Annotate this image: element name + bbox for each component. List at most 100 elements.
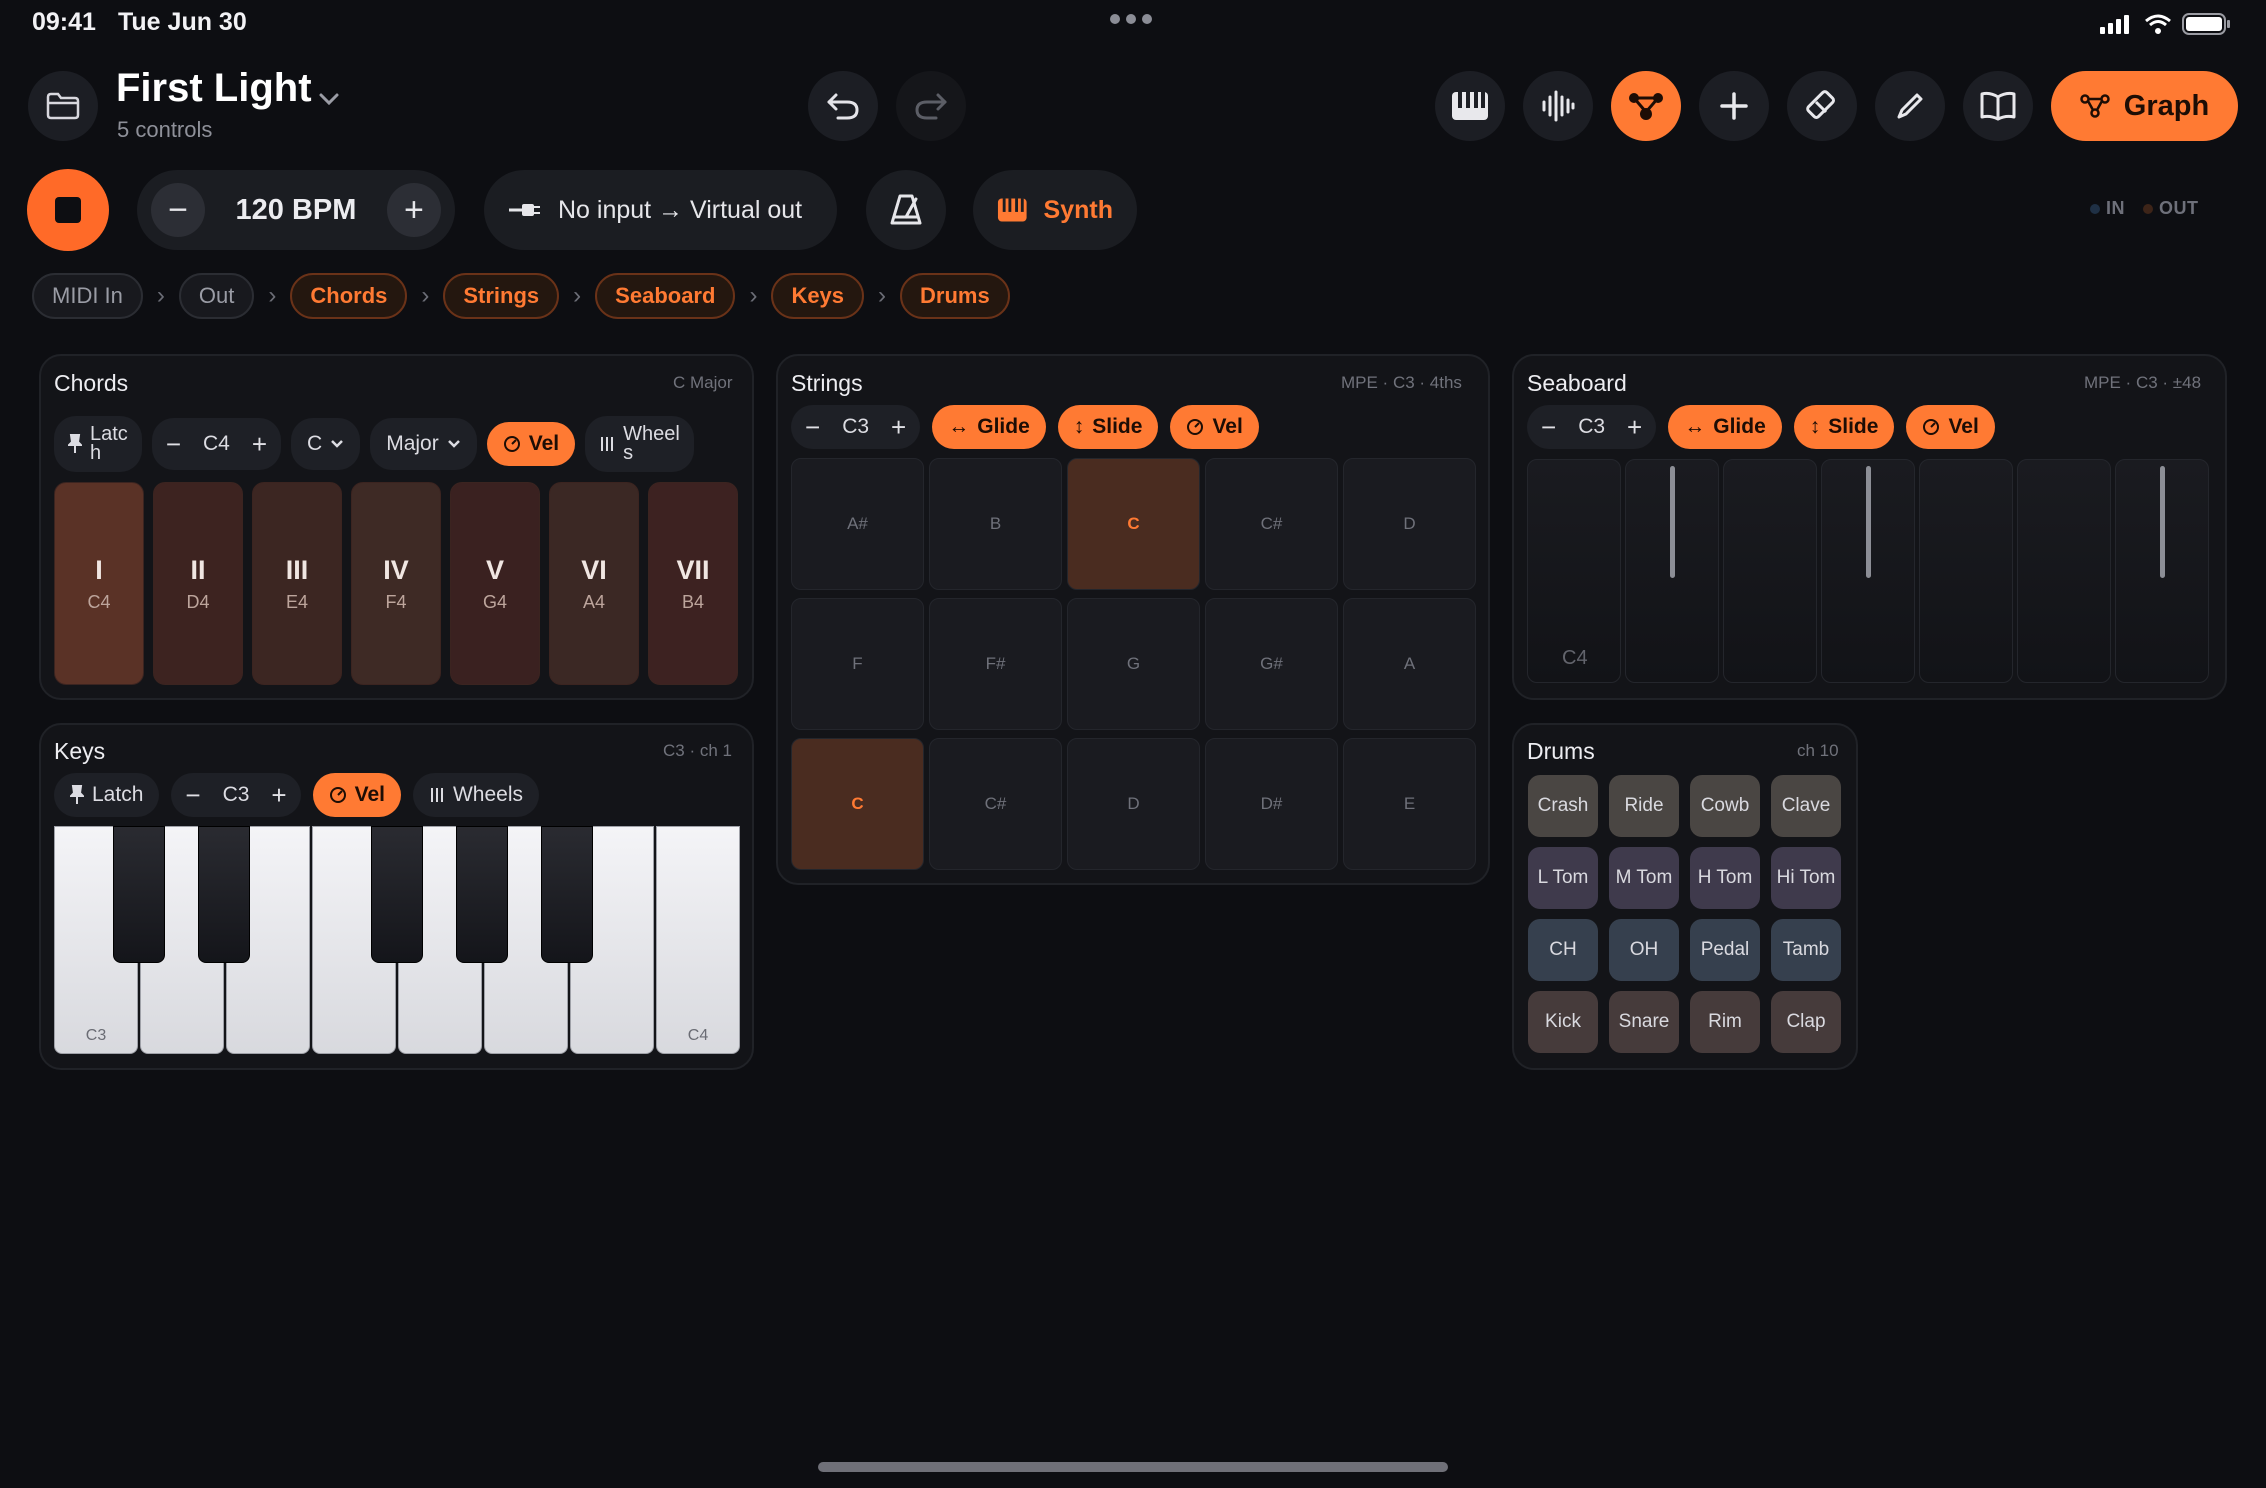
seaboard-key[interactable] xyxy=(1625,459,1719,683)
chord-pad[interactable]: V G4 xyxy=(450,482,540,685)
seaboard-key[interactable] xyxy=(1723,459,1817,683)
crumb-drums[interactable]: Drums xyxy=(900,273,1010,319)
crumb-chords[interactable]: Chords xyxy=(290,273,408,319)
keys-vel-toggle[interactable]: Vel xyxy=(312,773,401,817)
tempo-value[interactable]: 120 BPM xyxy=(236,194,357,227)
drum-pad[interactable]: Crash xyxy=(1528,775,1598,837)
chord-pad[interactable]: II D4 xyxy=(153,482,243,685)
string-pad[interactable]: E xyxy=(1343,738,1476,870)
drum-pad[interactable]: Cowb xyxy=(1690,775,1760,837)
string-pad[interactable]: F# xyxy=(929,598,1062,730)
library-button[interactable] xyxy=(1963,71,2033,141)
string-pad[interactable]: D xyxy=(1067,738,1200,870)
pencil-button[interactable] xyxy=(1875,71,1945,141)
folder-button[interactable] xyxy=(28,71,98,141)
drum-pad[interactable]: Snare xyxy=(1609,991,1679,1053)
graph-button[interactable]: Graph xyxy=(2051,71,2238,141)
string-pad[interactable]: G# xyxy=(1205,598,1338,730)
black-key[interactable] xyxy=(541,826,593,963)
seaboard-key[interactable] xyxy=(1821,459,1915,683)
document-title[interactable]: First Light xyxy=(116,66,312,111)
strings-slide-toggle[interactable]: ↕ Slide xyxy=(1057,405,1159,449)
add-button[interactable] xyxy=(1699,71,1769,141)
tempo-increase-button[interactable]: + xyxy=(386,183,441,237)
strings-vel-toggle[interactable]: Vel xyxy=(1170,405,1259,449)
strings-octave-plus[interactable]: + xyxy=(891,412,906,443)
chord-pad[interactable]: IV F4 xyxy=(351,482,441,685)
keys-latch-toggle[interactable]: Latch xyxy=(54,773,160,817)
chords-wheels-toggle[interactable]: Wheel s xyxy=(585,416,694,472)
keys-octave-plus[interactable]: + xyxy=(271,780,286,811)
string-pad[interactable]: A xyxy=(1343,598,1476,730)
eraser-button[interactable] xyxy=(1787,71,1857,141)
piano-view-button[interactable] xyxy=(1435,71,1505,141)
drum-pad[interactable]: Ride xyxy=(1609,775,1679,837)
undo-button[interactable] xyxy=(808,71,878,141)
string-pad[interactable]: G xyxy=(1067,598,1200,730)
seaboard-vel-toggle[interactable]: Vel xyxy=(1906,405,1995,449)
midi-route-button[interactable]: No input → Virtual out xyxy=(484,170,837,250)
chords-scale-select[interactable]: Major xyxy=(370,418,477,470)
home-indicator[interactable] xyxy=(818,1462,1448,1472)
drum-pad[interactable]: Tamb xyxy=(1771,919,1841,981)
waveform-button[interactable] xyxy=(1523,71,1593,141)
metronome-button[interactable] xyxy=(866,170,946,250)
seaboard-octave-plus[interactable]: + xyxy=(1627,412,1642,443)
chords-latch-toggle[interactable]: Latc h xyxy=(54,416,142,472)
string-pad[interactable]: F xyxy=(791,598,924,730)
keys-octave-minus[interactable]: − xyxy=(185,780,200,811)
drum-pad[interactable]: Hi Tom xyxy=(1771,847,1841,909)
string-pad[interactable]: C# xyxy=(929,738,1062,870)
tempo-decrease-button[interactable]: − xyxy=(151,183,205,237)
chords-key-select[interactable]: C xyxy=(291,418,361,470)
drum-pad[interactable]: Rim xyxy=(1690,991,1760,1053)
chord-pad[interactable]: I C4 xyxy=(54,482,144,685)
seaboard-key[interactable] xyxy=(2017,459,2111,683)
crumb-midi-in[interactable]: MIDI In xyxy=(32,273,143,319)
string-pad[interactable]: B xyxy=(929,458,1062,590)
crumb-seaboard[interactable]: Seaboard xyxy=(595,273,736,319)
keys-wheels-toggle[interactable]: Wheels xyxy=(412,773,540,817)
drum-pad[interactable]: OH xyxy=(1609,919,1679,981)
node-graph-button[interactable] xyxy=(1611,71,1681,141)
black-key[interactable] xyxy=(371,826,423,963)
seaboard-key[interactable] xyxy=(1919,459,2013,683)
multitask-dots-icon[interactable] xyxy=(1110,14,1152,24)
instrument-button[interactable]: Synth xyxy=(973,170,1137,250)
black-key[interactable] xyxy=(113,826,165,963)
seaboard-glide-toggle[interactable]: ↔ Glide xyxy=(1668,405,1782,449)
string-pad[interactable]: C xyxy=(1067,458,1200,590)
seaboard-octave-minus[interactable]: − xyxy=(1541,412,1556,443)
seaboard-slide-toggle[interactable]: ↕ Slide xyxy=(1793,405,1895,449)
seaboard-key[interactable]: C4 xyxy=(1527,459,1621,683)
strings-glide-toggle[interactable]: ↔ Glide xyxy=(932,405,1046,449)
chord-pad[interactable]: VI A4 xyxy=(549,482,639,685)
black-key[interactable] xyxy=(456,826,508,963)
string-pad[interactable]: D# xyxy=(1205,738,1338,870)
drum-pad[interactable]: Clap xyxy=(1771,991,1841,1053)
drum-pad[interactable]: M Tom xyxy=(1609,847,1679,909)
drum-pad[interactable]: L Tom xyxy=(1528,847,1598,909)
string-pad[interactable]: A# xyxy=(791,458,924,590)
strings-octave-minus[interactable]: − xyxy=(805,412,820,443)
crumb-strings[interactable]: Strings xyxy=(443,273,560,319)
drum-pad[interactable]: Pedal xyxy=(1690,919,1760,981)
chord-pad[interactable]: III E4 xyxy=(252,482,342,685)
seaboard-key[interactable] xyxy=(2115,459,2209,683)
crumb-keys[interactable]: Keys xyxy=(771,273,865,319)
string-pad[interactable]: C# xyxy=(1205,458,1338,590)
chord-pad[interactable]: VII B4 xyxy=(648,482,738,685)
black-key[interactable] xyxy=(198,826,250,963)
chords-octave-plus[interactable]: + xyxy=(252,429,267,460)
chords-vel-toggle[interactable]: Vel xyxy=(486,422,576,466)
white-key[interactable]: C4 xyxy=(656,826,740,1054)
redo-button[interactable] xyxy=(896,71,966,141)
drum-pad[interactable]: H Tom xyxy=(1690,847,1760,909)
drum-pad[interactable]: CH xyxy=(1528,919,1598,981)
crumb-out[interactable]: Out xyxy=(178,273,255,319)
drum-pad[interactable]: Kick xyxy=(1528,991,1598,1053)
string-pad[interactable]: C xyxy=(791,738,924,870)
chevron-down-icon[interactable] xyxy=(318,92,340,106)
chords-octave-minus[interactable]: − xyxy=(166,429,181,460)
string-pad[interactable]: D xyxy=(1343,458,1476,590)
